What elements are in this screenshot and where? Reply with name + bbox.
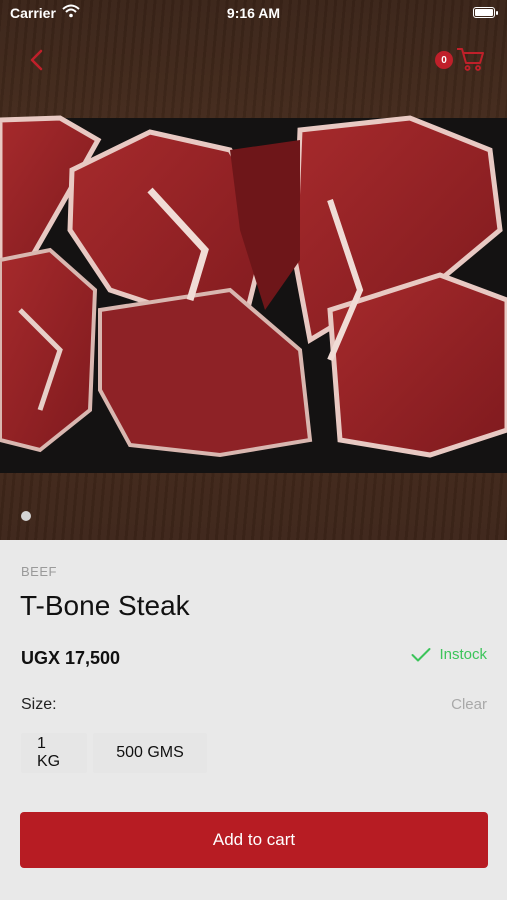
size-option-1kg[interactable]: 1 KG [21,733,87,773]
product-price: UGX 17,500 [21,648,121,668]
back-button[interactable] [22,44,54,76]
stock-status-label: Instock [439,646,487,663]
cart-icon [457,48,484,71]
status-time: 9:16 AM [226,5,281,21]
carousel-page-dot[interactable] [21,511,31,521]
clear-size-button[interactable]: Clear [451,696,487,713]
product-category: BEEF [21,564,57,579]
checkmark-icon [411,647,431,661]
product-title: T-Bone Steak [20,590,190,621]
battery-icon [473,7,498,18]
back-chevron-icon [30,49,43,71]
size-label: Size: [21,696,57,713]
product-image [0,115,507,458]
status-bar: Carrier 9:16 AM [0,0,507,28]
cart-count-badge: 0 [435,51,453,69]
cart-button[interactable]: 0 [435,42,491,76]
product-image-carousel[interactable] [0,0,507,540]
size-option-500gms[interactable]: 500 GMS [93,733,207,773]
size-options: 1 KG 500 GMS [21,733,207,773]
product-details: BEEF T-Bone Steak UGX 17,500 Instock Siz… [0,540,507,900]
stock-status: Instock [411,646,487,663]
add-to-cart-button[interactable]: Add to cart [20,812,488,868]
